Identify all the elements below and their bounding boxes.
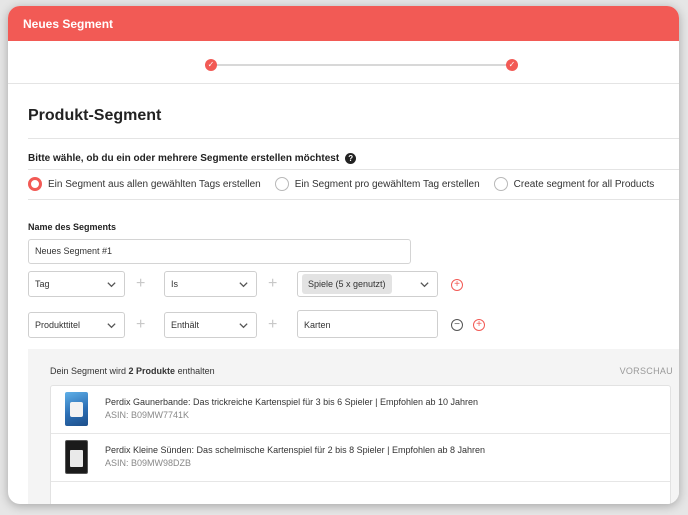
product-title: Perdix Kleine Sünden: Das schelmische Ka… [105,445,486,455]
divider [8,83,679,84]
divider [28,138,679,139]
segment-name-label: Name des Segments [28,222,117,232]
product-title: Perdix Gaunerbande: Das trickreiche Kart… [105,397,479,407]
rule-2-field-select[interactable]: Produkttitel [28,312,125,338]
divider [28,199,679,200]
select-value: Produkttitel [35,320,81,330]
product-thumbnail [65,440,88,474]
product-asin: ASIN: B09MW7741K [105,410,190,420]
chevron-down-icon [239,323,248,329]
chevron-down-icon [107,323,116,329]
remove-rule-button[interactable]: − [451,319,463,331]
segment-mode-radio-group: Ein Segment aus allen gewählten Tags ers… [28,177,668,191]
chevron-down-icon [420,282,429,288]
product-info: Perdix Gaunerbande: Das trickreiche Kart… [105,397,478,420]
select-value: Enthält [171,320,200,330]
add-rule-button[interactable]: + [473,319,485,331]
radio-label: Ein Segment pro gewähltem Tag erstellen [294,178,480,190]
summary-suffix: enthalten [175,366,215,376]
radio-button-checked[interactable] [28,177,42,191]
selected-tag-pill[interactable]: Spiele (5 x genutzt) [302,274,392,294]
help-icon[interactable]: ? [345,153,357,164]
segment-window: Neues Segment ✓ ✓ Produkt-Segment Bitte … [8,6,679,504]
product-list: Perdix Gaunerbande: Das trickreiche Kart… [50,385,671,504]
segment-preview-panel: Dein Segment wird 2 Produkte enthalten V… [28,349,679,504]
window-title: Neues Segment [8,6,679,41]
chevron-down-icon [239,282,248,288]
radio-label: Ein Segment aus allen gewählten Tags ers… [48,178,261,190]
segment-name-input[interactable]: Neues Segment #1 [28,239,411,264]
radio-option-all-tags[interactable]: Ein Segment aus allen gewählten Tags ers… [28,177,261,191]
radio-option-per-tag[interactable]: Ein Segment pro gewähltem Tag erstellen [274,177,480,191]
plus-icon: + [136,316,146,333]
rule-1-operator-select[interactable]: Is [164,271,257,297]
stepper-line [210,64,513,66]
rule-2-operator-select[interactable]: Enthält [164,312,257,338]
step-1-check-icon[interactable]: ✓ [205,59,217,71]
radio-button[interactable] [274,177,289,191]
chevron-down-icon [107,282,116,288]
radio-label: Create segment for all Products [513,178,655,190]
rule-2-value-input[interactable]: Karten [297,310,438,338]
plus-icon: + [268,316,278,333]
select-value: Is [171,279,179,289]
summary-prefix: Dein Segment wird [50,366,129,376]
segment-mode-question: Bitte wähle, ob du ein oder mehrere Segm… [28,153,357,164]
section-title: Produkt-Segment [28,107,162,124]
plus-icon: + [136,275,146,292]
radio-button[interactable] [493,177,508,191]
product-row[interactable]: Perdix Kleine Sünden: Das schelmische Ka… [51,434,670,482]
add-rule-button[interactable]: + [451,279,463,291]
select-value: Tag [35,279,50,289]
progress-stepper: ✓ ✓ [8,41,679,83]
rule-1-tag-select[interactable]: Spiele (5 x genutzt) [297,271,438,297]
rule-1-field-select[interactable]: Tag [28,271,125,297]
product-row[interactable]: Perdix Gaunerbande: Das trickreiche Kart… [51,386,670,434]
question-text: Bitte wähle, ob du ein oder mehrere Segm… [28,153,340,164]
product-thumbnail [65,392,88,426]
preview-summary: Dein Segment wird 2 Produkte enthalten [50,366,215,376]
step-2-check-icon[interactable]: ✓ [506,59,518,71]
summary-count: 2 Produkte [128,366,176,376]
radio-option-all-products[interactable]: Create segment for all Products [493,177,655,191]
product-asin: ASIN: B09MW98DZB [105,458,192,468]
preview-link[interactable]: VORSCHAU [620,366,673,376]
product-info: Perdix Kleine Sünden: Das schelmische Ka… [105,445,485,468]
divider [28,169,679,170]
plus-icon: + [268,275,278,292]
